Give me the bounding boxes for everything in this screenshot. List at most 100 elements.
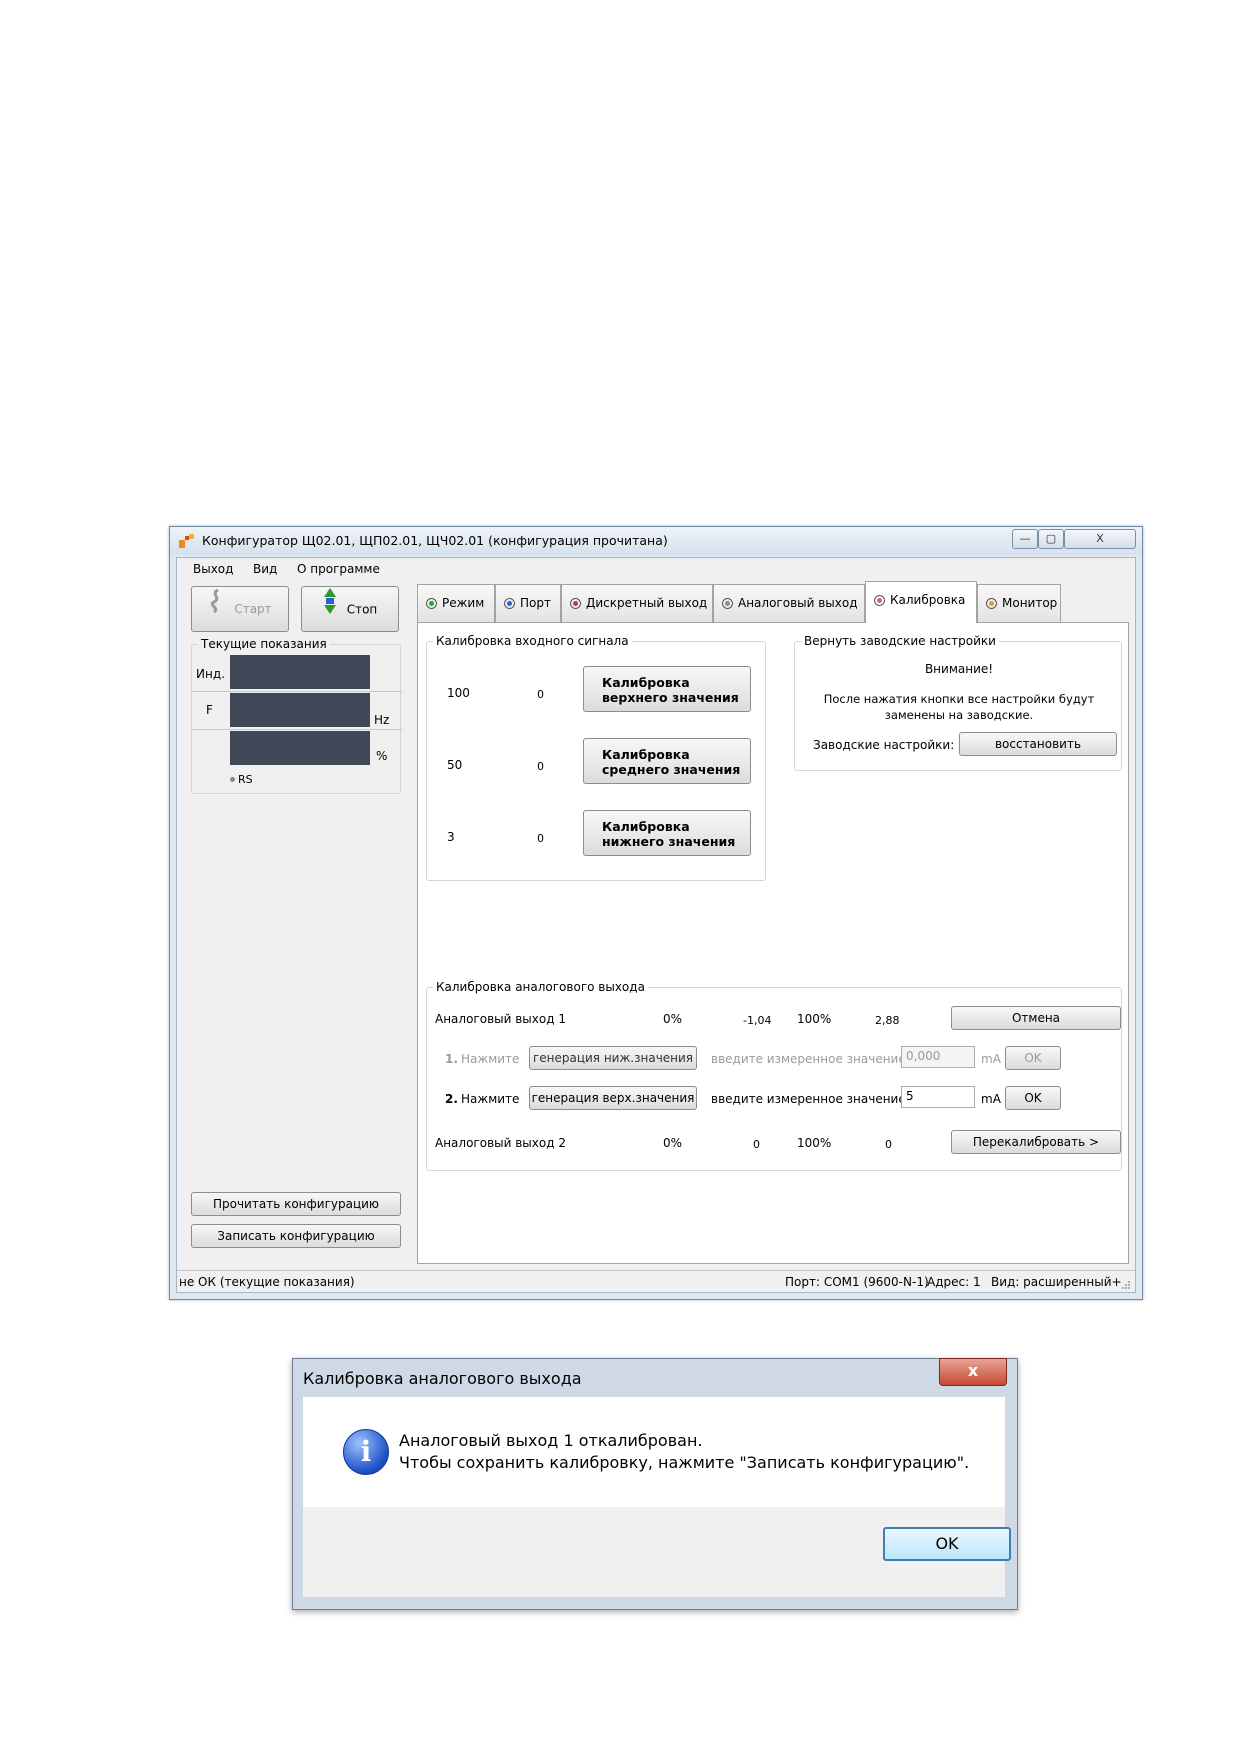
write-config-button[interactable]: Записать конфигурацию [191,1224,401,1248]
client-area: Выход Вид О программе Старт Стоп Текущие… [176,557,1136,1293]
calibrate-lower-line1: Калибровка [602,819,690,834]
calibrate-lower-line2: нижнего значения [602,834,736,849]
tab-monitor[interactable]: Монитор [977,584,1061,622]
window-title: Конфигуратор Щ02.01, ЩП02.01, ЩЧ02.01 (к… [202,533,668,548]
generate-high-button[interactable]: генерация верх.значения [529,1086,697,1110]
stop-button[interactable]: Стоп [301,586,399,632]
tab-analog-output[interactable]: Аналоговый выход [713,584,865,622]
input-calibration-group: Калибровка входного сигнала 100 0 Калибр… [426,634,766,881]
tab-color-dot [725,601,730,606]
title-bar[interactable]: Конфигуратор Щ02.01, ЩП02.01, ЩЧ02.01 (к… [170,527,1142,555]
calibrate-lower-button[interactable]: Калибровка нижнего значения [583,810,751,856]
analog-out1-p0: 0% [663,1012,683,1026]
cancel-button[interactable]: Отмена [951,1006,1121,1030]
high-measured-input[interactable]: 5 [901,1086,975,1108]
calibrate-upper-line2: верхнего значения [602,690,739,705]
stop-icon [323,587,337,633]
step1-ok-button[interactable]: OK [1005,1046,1061,1070]
status-bar: не ОК (текущие показания) Порт: COM1 (96… [177,1270,1135,1293]
rs-dot-icon [230,777,235,782]
tab-mode[interactable]: Режим [417,584,495,622]
f-display [230,693,370,727]
lower-value: 3 [447,830,455,844]
upper-value: 100 [447,686,470,700]
dialog-message-line2: Чтобы сохранить калибровку, нажмите "Зап… [399,1453,970,1472]
f-label: F [206,703,213,717]
main-window: Конфигуратор Щ02.01, ЩП02.01, ЩЧ02.01 (к… [169,526,1143,1300]
analog-out2-p100: 100% [797,1136,832,1150]
radio-blue-icon [504,598,515,609]
upper-reading: 0 [537,688,544,701]
tab-port[interactable]: Порт [495,584,561,622]
dialog-close-button[interactable]: x [939,1358,1007,1386]
menu-view[interactable]: Вид [253,562,277,576]
tab-strip: Режим Порт Дискретный выход Аналоговый в… [417,581,1127,626]
calibrate-upper-line1: Калибровка [602,675,690,690]
analog-out2-label: Аналоговый выход 2 [435,1136,566,1150]
calibrate-middle-button[interactable]: Калибровка среднего значения [583,738,751,784]
step2-unit: mA [981,1092,1001,1106]
close-button[interactable]: X [1064,529,1136,549]
analog-calibration-title: Калибровка аналогового выхода [433,980,648,994]
analog-out2-v100: 0 [885,1138,892,1151]
resize-grip-icon[interactable] [1121,1279,1131,1289]
rs-indicator: RS [230,773,253,786]
tab-mode-label: Режим [442,596,485,610]
radio-green-icon [426,598,437,609]
lower-reading: 0 [537,832,544,845]
menu-about[interactable]: О программе [297,562,380,576]
start-button[interactable]: Старт [191,586,289,632]
dialog-footer: OK [303,1507,1011,1597]
analog-out2-p0: 0% [663,1136,683,1150]
low-measured-input[interactable]: 0,000 [901,1046,975,1068]
recalibrate-button[interactable]: Перекалибровать > [951,1130,1121,1154]
tab-analog-label: Аналоговый выход [738,596,858,610]
calibrate-upper-button[interactable]: Калибровка верхнего значения [583,666,751,712]
dialog-message-line1: Аналоговый выход 1 откалиброван. [399,1431,703,1450]
step2-prompt: введите измеренное значение [711,1092,906,1106]
step2-text: Нажмите [461,1092,520,1106]
factory-reset-title: Вернуть заводские настройки [801,634,999,648]
minimize-button[interactable]: — [1012,529,1038,549]
middle-value: 50 [447,758,463,772]
radio-gray-icon [722,598,733,609]
ind-label: Инд. [196,667,225,681]
calibrate-middle-line2: среднего значения [602,762,741,777]
tab-color-dot [877,598,882,603]
divider [192,691,402,692]
step1-unit: mA [981,1052,1001,1066]
calibration-dialog: Калибровка аналогового выхода x i Аналог… [292,1358,1018,1610]
stop-label: Стоп [346,602,378,617]
attention-label: Внимание! [924,662,994,676]
analog-out1-p100: 100% [797,1012,832,1026]
tab-calibration[interactable]: Калибровка [865,581,977,623]
analog-out1-label: Аналоговый выход 1 [435,1012,566,1026]
rs-label: RS [238,773,253,786]
pct-unit: % [376,749,388,763]
status-address: Адрес: 1 [927,1275,981,1289]
middle-reading: 0 [537,760,544,773]
readings-group: Текущие показания Инд. F Hz % RS [191,637,402,794]
dialog-ok-button[interactable]: OK [883,1527,1011,1561]
tab-color-dot [573,601,578,606]
radio-red-icon [570,598,581,609]
read-config-button[interactable]: Прочитать конфигурацию [191,1192,401,1216]
tab-discrete-label: Дискретный выход [586,596,708,610]
restore-button[interactable]: восстановить [959,732,1117,756]
tab-discrete-output[interactable]: Дискретный выход [561,584,713,622]
tab-color-dot [507,601,512,606]
menu-exit[interactable]: Выход [193,562,233,576]
tab-port-label: Порт [520,596,551,610]
status-text: не ОК (текущие показания) [179,1275,355,1289]
tab-color-dot [429,601,434,606]
step2-ok-button[interactable]: OK [1005,1086,1061,1110]
start-icon [208,588,224,632]
maximize-button[interactable]: ▢ [1038,529,1064,549]
analog-out2-v0: 0 [753,1138,760,1151]
radio-yellow-icon [986,598,997,609]
calibration-panel: Калибровка входного сигнала 100 0 Калибр… [417,622,1129,1264]
generate-low-button[interactable]: генерация ниж.значения [529,1046,697,1070]
menu-bar: Выход Вид О программе [177,558,1135,580]
step1-prompt: введите измеренное значение [711,1052,906,1066]
calibrate-middle-line1: Калибровка [602,747,690,762]
